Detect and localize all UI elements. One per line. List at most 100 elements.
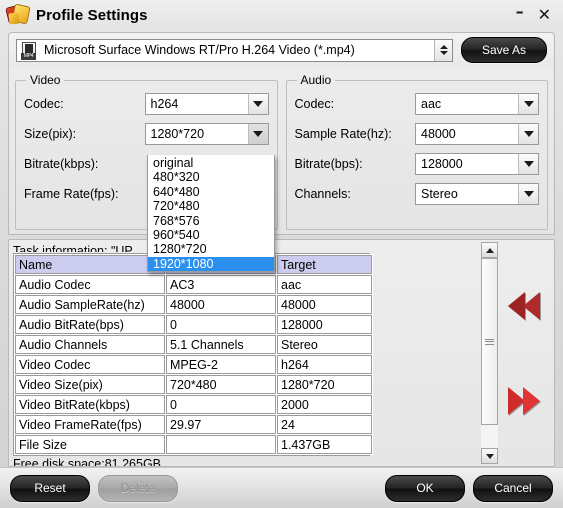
next-task-arrows-icon[interactable] — [508, 386, 540, 415]
table-row[interactable]: Video Codec MPEG-2 h264 — [15, 355, 372, 375]
cell-source: 48000 — [166, 295, 276, 315]
chevron-down-icon[interactable] — [247, 124, 268, 144]
audio-samplerate-value: 48000 — [421, 127, 456, 141]
video-codec-combobox[interactable]: h264 — [144, 93, 269, 115]
cell-source: 0 — [166, 315, 276, 335]
audio-bitrate-label: Bitrate(bps): — [294, 157, 363, 171]
ok-button[interactable]: OK — [385, 474, 465, 502]
cell-target: 48000 — [277, 295, 372, 315]
cell-name: Audio Codec — [15, 275, 165, 295]
table-row[interactable]: Video BitRate(kbps) 0 2000 — [15, 395, 372, 415]
audio-samplerate-row: Sample Rate(hz): 48000 — [294, 119, 539, 149]
audio-channels-label: Channels: — [294, 187, 351, 201]
video-group-legend: Video — [30, 73, 61, 87]
table-row[interactable]: Video Size(pix) 720*480 1280*720 — [15, 375, 372, 395]
table-row[interactable]: Audio SampleRate(hz) 48000 48000 — [15, 295, 372, 315]
cell-name: Video Size(pix) — [15, 375, 165, 395]
dropdown-option[interactable]: original — [148, 156, 274, 170]
scroll-down-arrow-icon[interactable] — [481, 448, 498, 464]
video-size-combobox[interactable]: 1280*720 — [144, 123, 269, 145]
cell-target: h264 — [277, 355, 372, 375]
audio-codec-label: Codec: — [294, 97, 335, 111]
dropdown-option[interactable]: 1280*720 — [148, 242, 274, 256]
audio-codec-value: aac — [421, 97, 442, 111]
cell-target: 2000 — [277, 395, 372, 415]
cell-source: 720*480 — [166, 375, 276, 395]
dropdown-option[interactable]: 720*480 — [148, 199, 274, 213]
video-size-value: 1280*720 — [150, 127, 205, 141]
dialog-footer: Reset Delete OK Cancel — [0, 467, 563, 508]
dropdown-option[interactable]: 768*576 — [148, 214, 274, 228]
mp4-file-icon: MP4 — [20, 41, 40, 60]
task-information-left: Task information: "UP Name Source Target… — [9, 240, 554, 466]
video-bitrate-label: Bitrate(kbps): — [24, 157, 99, 171]
audio-channels-value: Stereo — [421, 187, 458, 201]
audio-samplerate-label: Sample Rate(hz): — [294, 127, 392, 141]
profile-select-bar: MP4 Microsoft Surface Windows RT/Pro H.2… — [8, 32, 555, 67]
chevron-down-icon[interactable] — [518, 94, 538, 114]
window-controls: – ✕ — [516, 4, 555, 23]
profile-combobox[interactable]: MP4 Microsoft Surface Windows RT/Pro H.2… — [16, 38, 453, 62]
table-row[interactable]: Audio Channels 5.1 Channels Stereo — [15, 335, 372, 355]
video-size-dropdown-list[interactable]: original 480*320 640*480 720*480 768*576 960*… — [147, 155, 275, 273]
task-information-table: Name Source Target Audio CodecAC3aacAudi… — [14, 254, 373, 456]
video-framerate-label: Frame Rate(fps): — [24, 187, 119, 201]
audio-bitrate-value: 128000 — [421, 157, 463, 171]
video-size-label: Size(pix): — [24, 127, 77, 141]
audio-codec-row: Codec: aac — [294, 89, 539, 119]
scrollbar-thumb[interactable] — [481, 258, 498, 426]
scroll-up-arrow-icon[interactable] — [481, 242, 498, 258]
audio-group: Audio Codec: aac Sample Rate(hz): 48000 … — [285, 73, 548, 230]
video-size-row: Size(pix): 1280*720 — [24, 119, 269, 149]
cell-name: Audio Channels — [15, 335, 165, 355]
dropdown-option[interactable]: 480*320 — [148, 170, 274, 184]
audio-group-legend: Audio — [300, 73, 332, 87]
table-row[interactable]: File Size 1.437GB — [15, 435, 372, 455]
dropdown-option[interactable]: 1920*1080 — [148, 256, 274, 272]
save-as-button[interactable]: Save As — [461, 37, 547, 63]
cell-target: 1280*720 — [277, 375, 372, 395]
dropdown-option[interactable]: 960*540 — [148, 228, 274, 242]
video-codec-row: Codec: h264 — [24, 89, 269, 119]
cell-name: Audio SampleRate(hz) — [15, 295, 165, 315]
previous-task-arrows-icon[interactable] — [508, 291, 540, 320]
cell-target: 128000 — [277, 315, 372, 335]
audio-codec-combobox[interactable]: aac — [415, 93, 539, 115]
window-title: Profile Settings — [36, 6, 148, 24]
scrollbar-track[interactable] — [481, 258, 498, 448]
chevron-down-icon[interactable] — [518, 124, 538, 144]
cell-source: 5.1 Channels — [166, 335, 276, 355]
chevron-down-icon[interactable] — [518, 184, 538, 204]
task-table-scrollbar[interactable] — [481, 242, 498, 464]
cell-name: Video BitRate(kbps) — [15, 395, 165, 415]
table-row[interactable]: Audio BitRate(bps) 0 128000 — [15, 315, 372, 335]
cell-target: 24 — [277, 415, 372, 435]
minimize-icon[interactable]: – — [516, 4, 524, 20]
audio-bitrate-row: Bitrate(bps): 128000 — [294, 149, 539, 179]
task-nav-column — [498, 240, 550, 466]
dropdown-option[interactable]: 640*480 — [148, 185, 274, 199]
reset-button[interactable]: Reset — [10, 474, 90, 502]
audio-bitrate-combobox[interactable]: 128000 — [415, 153, 539, 175]
delete-button: Delete — [98, 474, 178, 502]
cancel-button[interactable]: Cancel — [473, 474, 553, 502]
column-header-target: Target — [277, 255, 372, 275]
audio-channels-combobox[interactable]: Stereo — [415, 183, 539, 205]
settings-body: Video Codec: h264 Size(pix): 1280*720 Bi… — [8, 67, 555, 235]
table-row[interactable]: Audio Codec AC3 aac — [15, 275, 372, 295]
up-down-spinner-icon[interactable] — [434, 39, 452, 61]
task-information-title: Task information: "UP — [13, 244, 133, 253]
cell-source: 29.97 — [166, 415, 276, 435]
title-bar: Profile Settings – ✕ — [0, 0, 563, 30]
table-row[interactable]: Video FrameRate(fps) 29.97 24 — [15, 415, 372, 435]
cell-target: 1.437GB — [277, 435, 372, 455]
profile-settings-dialog: Profile Settings – ✕ MP4 Microsoft Surfa… — [0, 0, 563, 508]
chevron-down-icon[interactable] — [518, 154, 538, 174]
cell-name: Video Codec — [15, 355, 165, 375]
task-information-table-scroll: Name Source Target Audio CodecAC3aacAudi… — [13, 253, 373, 457]
cell-target: Stereo — [277, 335, 372, 355]
chevron-down-icon[interactable] — [247, 94, 268, 114]
audio-samplerate-combobox[interactable]: 48000 — [415, 123, 539, 145]
close-icon[interactable]: ✕ — [538, 7, 551, 23]
cell-source: MPEG-2 — [166, 355, 276, 375]
